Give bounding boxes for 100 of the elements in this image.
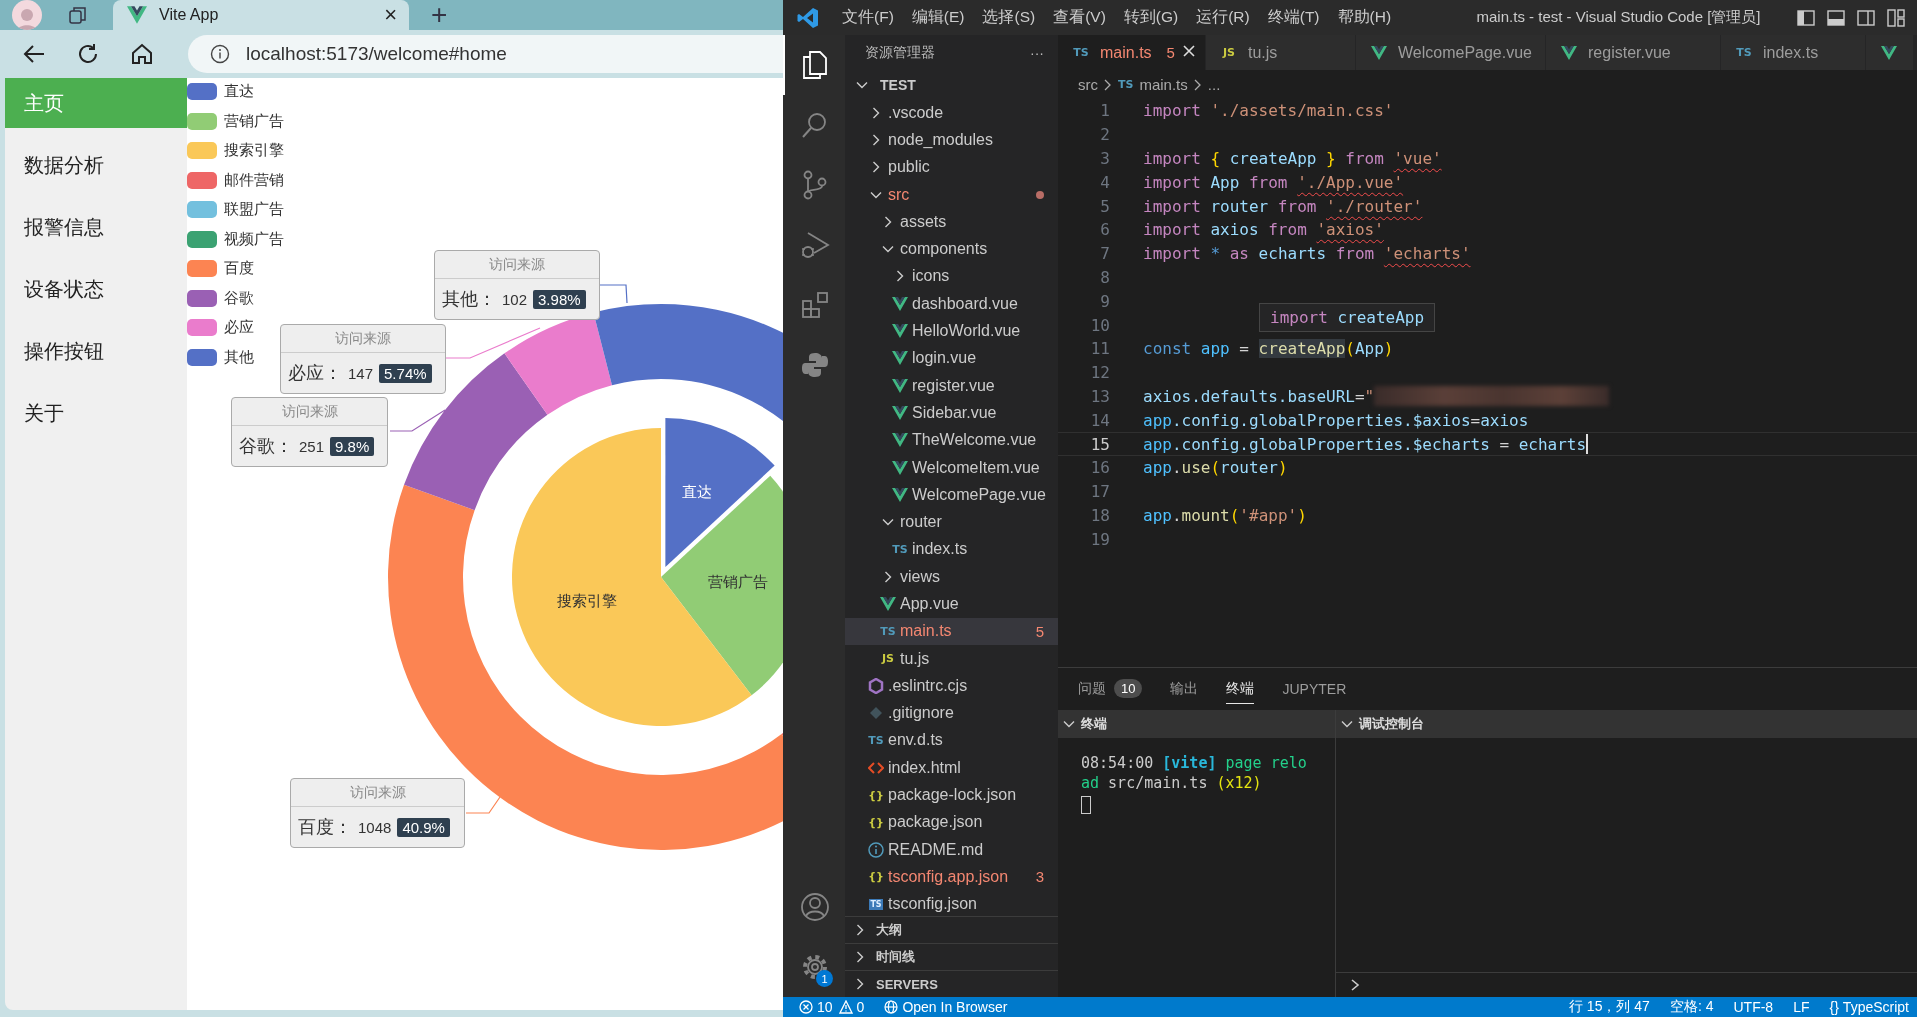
more-actions-button[interactable]: ··· (1030, 44, 1044, 61)
file-item[interactable]: register.vue (845, 371, 1058, 400)
run-debug-icon[interactable] (800, 230, 830, 260)
folder-item[interactable]: assets (845, 208, 1058, 236)
folder-header[interactable]: TEST (845, 70, 1058, 99)
back-icon[interactable] (23, 44, 45, 64)
panel-tab[interactable]: JUPYTER (1282, 674, 1347, 704)
close-tab-button[interactable]: × (384, 2, 397, 28)
folder-item[interactable]: components (845, 235, 1058, 263)
menu-item[interactable]: 文件(F) (833, 7, 903, 28)
file-item[interactable]: TheWelcome.vue (845, 426, 1058, 454)
files-icon[interactable] (801, 50, 829, 80)
extensions-icon[interactable] (801, 291, 829, 319)
editor-tab[interactable]: TS main.ts 5 (1058, 35, 1206, 70)
new-tab-button[interactable]: + (425, 1, 454, 29)
account-icon[interactable] (800, 892, 830, 922)
file-item[interactable]: index.html (845, 754, 1058, 782)
file-item[interactable]: WelcomeItem.vue (845, 453, 1058, 482)
info-icon[interactable] (210, 44, 230, 64)
legend-label[interactable]: 搜索引擎 (224, 141, 284, 160)
status-item[interactable]: 行 15，列 47 (1568, 998, 1650, 1016)
status-item[interactable]: LF (1793, 999, 1810, 1015)
menu-item[interactable]: 运行(R) (1187, 7, 1259, 28)
file-item[interactable]: HelloWorld.vue (845, 317, 1058, 345)
file-item[interactable]: .eslintrc.cjs (845, 672, 1058, 700)
legend-label[interactable]: 百度 (224, 259, 254, 278)
menu-item[interactable]: 转到(G) (1114, 7, 1188, 28)
editor-tab[interactable]: JS tu.js (1206, 35, 1356, 70)
folder-item[interactable]: public (845, 153, 1058, 181)
nav-item[interactable]: 数据分析 (5, 140, 187, 190)
layout-icon[interactable] (1797, 8, 1815, 27)
folder-item[interactable]: views (845, 563, 1058, 591)
file-item[interactable]: App.vue (845, 590, 1058, 618)
menu-item[interactable]: 终端(T) (1258, 7, 1329, 28)
folder-item[interactable]: src (845, 180, 1058, 209)
menu-item[interactable]: 帮助(H) (1328, 7, 1401, 28)
panel-tab[interactable]: 终端 (1226, 674, 1255, 704)
file-item[interactable]: TS index.ts (845, 535, 1058, 564)
file-item[interactable]: WelcomePage.vue (845, 481, 1058, 509)
menu-item[interactable]: 编辑(E) (902, 7, 974, 28)
tabs-icon[interactable] (68, 5, 88, 25)
reload-icon[interactable] (77, 43, 99, 65)
editor-tab[interactable]: WelcomePage.vue (1356, 35, 1546, 70)
layout-icon[interactable] (1887, 8, 1905, 27)
nav-item[interactable]: 报警信息 (5, 202, 187, 252)
legend-label[interactable]: 谷歌 (224, 288, 254, 308)
breadcrumb-item[interactable]: ... (1207, 76, 1221, 93)
editor-tab[interactable] (1866, 35, 1914, 70)
menu-item[interactable]: 查看(V) (1044, 7, 1115, 28)
file-item[interactable]: README.md (845, 836, 1058, 864)
legend-label[interactable]: 邮件营销 (224, 170, 284, 190)
menu-item[interactable]: 选择(S) (973, 7, 1045, 28)
folder-item[interactable]: icons (845, 262, 1058, 291)
file-item[interactable]: JS tu.js (845, 644, 1058, 673)
browser-tab[interactable]: Vite App × (113, 0, 409, 30)
legend-label[interactable]: 其他 (224, 347, 254, 367)
folder-item[interactable]: node_modules (845, 126, 1058, 154)
search-icon[interactable] (801, 111, 829, 139)
status-item[interactable]: UTF-8 (1733, 999, 1774, 1015)
legend-label[interactable]: 直达 (224, 82, 254, 101)
panel-tab[interactable]: 问题 10 (1078, 674, 1143, 704)
globe-icon[interactable] (884, 1000, 899, 1014)
nav-item[interactable]: 操作按钮 (5, 326, 187, 376)
file-item[interactable]: {} package-lock.json (845, 781, 1058, 809)
layout-icon[interactable] (1857, 8, 1875, 27)
legend-label[interactable]: 联盟广告 (224, 200, 284, 219)
folder-item[interactable]: router (845, 508, 1058, 536)
settings-icon[interactable] (800, 952, 830, 982)
section-header[interactable]: 调试控制台 (1336, 710, 1917, 738)
file-item[interactable]: TS tsconfig.json (845, 890, 1058, 916)
home-icon[interactable] (131, 43, 153, 65)
file-item[interactable]: TS main.ts 5 (845, 617, 1058, 645)
python-icon[interactable] (801, 351, 829, 379)
legend-label[interactable]: 视频广告 (224, 229, 284, 249)
breadcrumb-item[interactable]: src (1078, 76, 1098, 93)
address-bar[interactable]: localhost:5173/welcome#home (188, 35, 783, 73)
warning-icon[interactable] (838, 1000, 853, 1014)
editor-tab[interactable]: TS index.ts (1721, 35, 1866, 70)
folder-item[interactable]: .vscode (845, 99, 1058, 127)
error-count[interactable]: 10 (817, 999, 833, 1015)
section-header[interactable]: 时间线 (845, 943, 1058, 970)
breadcrumb-item[interactable]: main.ts (1139, 76, 1188, 93)
editor-tab[interactable]: register.vue (1546, 35, 1721, 70)
section-header[interactable]: 大纲 (845, 916, 1058, 943)
nav-item[interactable]: 关于 (5, 388, 187, 438)
file-item[interactable]: {} package.json (845, 808, 1058, 836)
file-item[interactable]: .gitignore (845, 699, 1058, 727)
file-item[interactable]: login.vue (845, 344, 1058, 372)
status-item[interactable]: 空格: 4 (1669, 998, 1714, 1016)
nav-item[interactable]: 设备状态 (5, 264, 187, 314)
file-item[interactable]: TS env.d.ts (845, 726, 1058, 755)
source-control-icon[interactable] (802, 170, 828, 200)
file-item[interactable]: Sidebar.vue (845, 399, 1058, 427)
language-mode[interactable]: TypeScript (1842, 999, 1909, 1015)
legend-label[interactable]: 营销广告 (224, 111, 284, 131)
file-item[interactable]: dashboard.vue (845, 290, 1058, 318)
error-icon[interactable] (799, 1000, 813, 1014)
legend-label[interactable]: 必应 (224, 318, 254, 337)
file-item[interactable]: {} tsconfig.app.json 3 (845, 863, 1058, 891)
warning-count[interactable]: 0 (856, 999, 865, 1015)
